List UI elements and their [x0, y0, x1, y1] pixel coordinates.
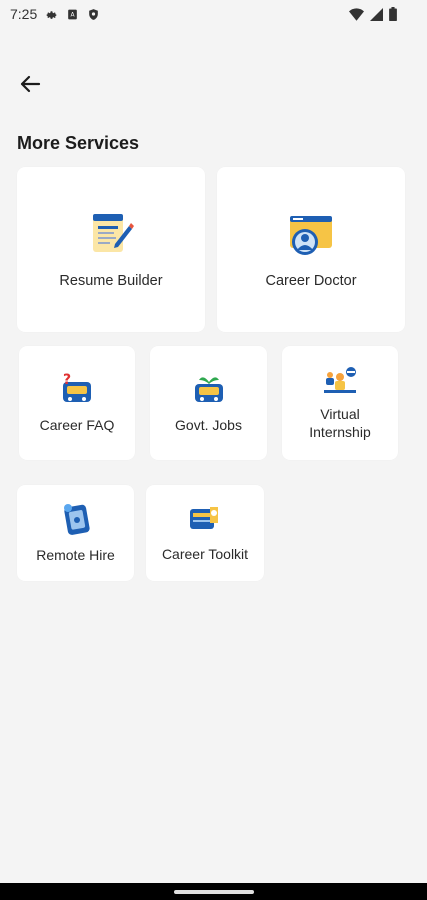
shield-icon — [89, 8, 99, 20]
service-label: Virtual Internship — [309, 406, 371, 440]
career-faq-icon: ? — [63, 372, 91, 402]
service-label: Resume Builder — [59, 272, 163, 289]
section-title: More Services — [17, 133, 140, 153]
resume-builder-icon — [93, 213, 134, 252]
wifi-icon — [349, 7, 364, 21]
career-doctor-icon — [290, 215, 332, 255]
status-time: 7:25 — [10, 6, 38, 22]
arrow-left-icon — [20, 75, 41, 93]
service-card-remote-hire[interactable]: Remote Hire — [17, 485, 134, 581]
service-label: Career FAQ — [39, 417, 115, 433]
career-toolkit-icon — [190, 507, 218, 529]
remote-hire-icon — [63, 504, 90, 535]
service-card-career-faq[interactable]: ? Career FAQ — [19, 346, 135, 460]
svg-text:?: ? — [63, 372, 71, 388]
service-label: Career Toolkit — [161, 546, 249, 562]
service-card-career-doctor[interactable]: Career Doctor — [217, 167, 405, 332]
settings-icon — [46, 10, 57, 19]
signal-icon — [370, 7, 383, 21]
service-label: Govt. Jobs — [175, 417, 242, 433]
virtual-internship-icon — [324, 367, 356, 393]
back-button[interactable] — [14, 70, 46, 98]
service-card-resume-builder[interactable]: Resume Builder — [17, 167, 205, 332]
govt-jobs-icon — [194, 377, 223, 402]
service-card-virtual-internship[interactable]: Virtual Internship — [282, 346, 398, 460]
status-bar: 7:25 A — [0, 0, 427, 28]
sim-alert-icon: A — [68, 9, 78, 19]
service-card-career-toolkit[interactable]: Career Toolkit — [146, 485, 264, 581]
home-gesture-handle[interactable] — [174, 890, 254, 894]
battery-icon — [389, 7, 397, 21]
service-card-govt-jobs[interactable]: Govt. Jobs — [150, 346, 267, 460]
service-label: Career Doctor — [265, 272, 357, 289]
service-label: Remote Hire — [36, 547, 115, 563]
